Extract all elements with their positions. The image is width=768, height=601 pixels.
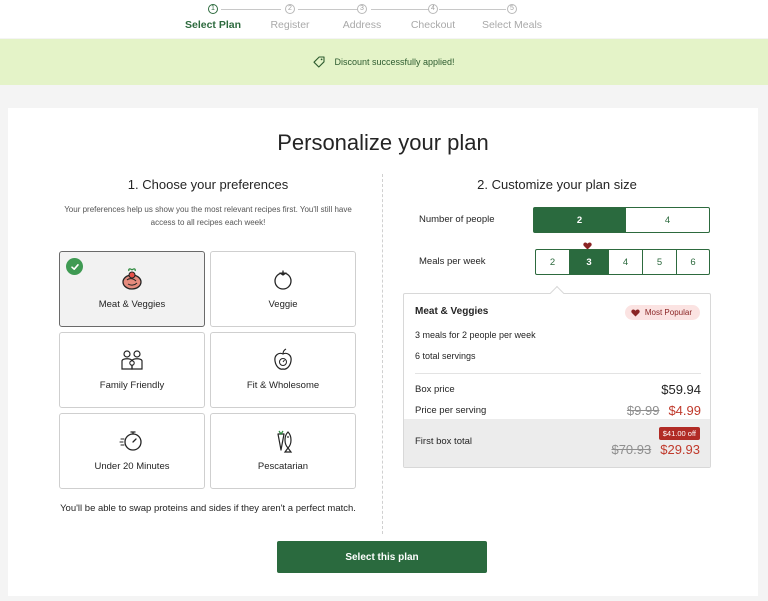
step-number: 1 (208, 4, 218, 14)
step-address: 3 Address (322, 4, 402, 31)
people-option-2[interactable]: 2 (533, 207, 626, 233)
price-summary: Meat & Veggies Most Popular 3 meals for … (403, 285, 711, 468)
step-label: Address (342, 19, 382, 31)
step-checkout: 4 Checkout (393, 4, 473, 31)
first-box-old-price: $70.93 (611, 442, 652, 457)
tile-label: Under 20 Minutes (94, 461, 170, 472)
discount-badge: $41.00 off (658, 427, 700, 440)
per-serving-new-price: $4.99 (668, 403, 701, 418)
swap-note: You'll be able to swap proteins and side… (60, 503, 356, 514)
people-option-4[interactable]: 4 (625, 207, 710, 233)
pref-tile-under-20-minutes[interactable]: Under 20 Minutes (59, 413, 205, 489)
first-box-total: First box total $41.00 off $70.93 $29.93 (404, 419, 710, 467)
tile-label: Pescatarian (257, 461, 309, 472)
per-serving-label: Price per serving (415, 405, 487, 416)
servings-summary-line: 6 total servings (415, 351, 476, 361)
pref-tile-veggie[interactable]: Veggie (210, 251, 356, 327)
meals-option-5[interactable]: 5 (642, 249, 677, 275)
step-label: Checkout (410, 19, 456, 31)
box-price-label: Box price (415, 384, 455, 395)
column-divider (382, 174, 383, 534)
summary-title: Meat & Veggies (415, 306, 489, 317)
most-popular-badge: Most Popular (624, 305, 700, 320)
meals-label: Meals per week (419, 256, 486, 267)
select-plan-button[interactable]: Select this plan (277, 541, 487, 573)
per-serving-old-price: $9.99 (626, 403, 660, 418)
step-number: 4 (428, 4, 438, 14)
heart-icon (631, 308, 640, 317)
tile-label: Meat & Veggies (98, 299, 166, 310)
step-select-plan: 1 Select Plan (173, 4, 253, 31)
step-number: 2 (285, 4, 295, 14)
step-label: Select Plan (184, 19, 242, 31)
box-price-value: $59.94 (661, 382, 701, 397)
meals-option-4[interactable]: 4 (608, 249, 643, 275)
stopwatch-icon (119, 431, 142, 451)
step-register: 2 Register (250, 4, 330, 31)
summary-divider (415, 373, 701, 374)
badge-label: Most Popular (644, 308, 692, 317)
meals-selector: 2 3 4 5 6 (535, 249, 710, 275)
meals-option-3[interactable]: 3 (569, 249, 609, 275)
plan-size-title: 2. Customize your plan size (477, 177, 637, 192)
step-select-meals: 5 Select Meals (472, 4, 552, 31)
banner-text: Discount successfully applied! (334, 57, 455, 67)
step-number: 3 (357, 4, 367, 14)
summary-notch (549, 285, 565, 301)
pref-tile-meat-veggies[interactable]: Meat & Veggies (59, 251, 205, 327)
apple-scale-icon (274, 348, 292, 370)
step-label: Select Meals (481, 19, 543, 31)
meals-option-6[interactable]: 6 (676, 249, 710, 275)
people-label: Number of people (419, 214, 495, 225)
family-icon (121, 350, 143, 370)
first-box-label: First box total (415, 436, 473, 447)
tomato-icon (274, 270, 292, 290)
tag-icon (313, 56, 326, 68)
box-price-row: Box price $59.94 (415, 382, 701, 397)
progress-stepper: 1 Select Plan 2 Register 3 Address 4 Che… (0, 0, 768, 38)
preferences-description: Your preferences help us show you the mo… (64, 205, 352, 227)
first-box-new-price: $29.93 (660, 442, 700, 457)
pref-tile-family-friendly[interactable]: Family Friendly (59, 332, 205, 408)
plan-card: Personalize your plan 1. Choose your pre… (8, 108, 758, 596)
meals-summary-line: 3 meals for 2 people per week (415, 330, 536, 340)
per-serving-row: Price per serving $9.99 $4.99 (415, 403, 701, 418)
preferences-title: 1. Choose your preferences (127, 177, 289, 192)
discount-banner: Discount successfully applied! (0, 39, 768, 85)
fish-carrot-icon (277, 430, 293, 453)
tile-label: Fit & Wholesome (246, 380, 320, 391)
pref-tile-pescatarian[interactable]: Pescatarian (210, 413, 356, 489)
step-number: 5 (507, 4, 517, 14)
tile-label: Family Friendly (99, 380, 165, 391)
page-title: Personalize your plan (277, 130, 489, 155)
tile-label: Veggie (268, 299, 298, 310)
pref-tile-fit-wholesome[interactable]: Fit & Wholesome (210, 332, 356, 408)
people-selector: 2 4 (533, 207, 710, 233)
steak-veggies-icon (122, 268, 142, 290)
meals-option-2[interactable]: 2 (535, 249, 570, 275)
step-label: Register (270, 19, 310, 31)
